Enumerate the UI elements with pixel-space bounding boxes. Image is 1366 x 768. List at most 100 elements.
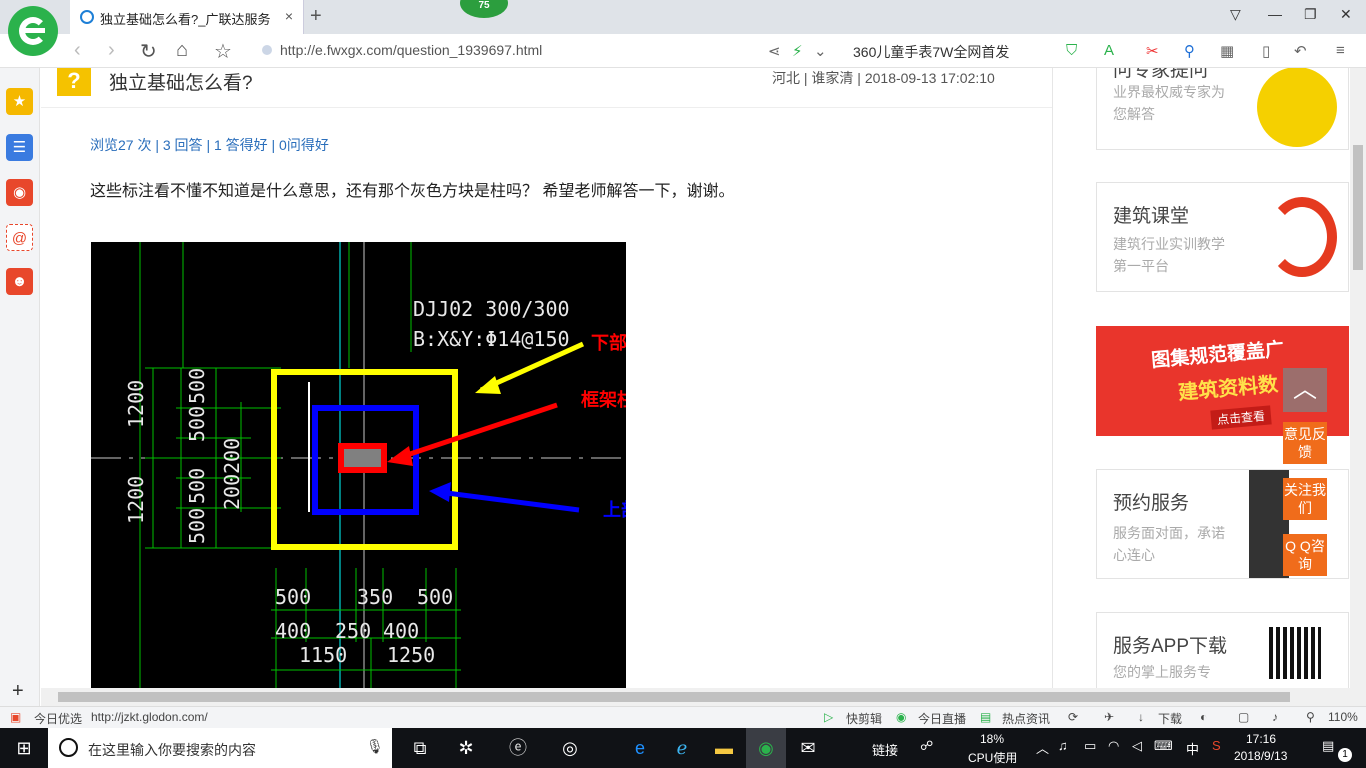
promo-link[interactable]: 360儿童手表7W全网首发 bbox=[853, 42, 1009, 62]
scissors-icon[interactable]: ✂ bbox=[1146, 42, 1159, 60]
foundation-code-label: DJJ02 300/300 bbox=[413, 297, 570, 321]
cad-drawing-image: DJJ02 300/300 B:X&Y:Φ14@150 1200 1200 50… bbox=[91, 242, 626, 688]
pinwheel-app-icon[interactable]: ✲ bbox=[446, 728, 486, 768]
horizontal-scroll-thumb[interactable] bbox=[58, 692, 1290, 702]
favorites-star-icon[interactable]: ★ bbox=[6, 88, 33, 115]
annotation-bottom-step: 下部一阶尺寸 bbox=[591, 333, 626, 354]
windows-start-icon[interactable]: ⊞ bbox=[0, 728, 48, 768]
apps-grid-icon[interactable]: ▦ bbox=[1220, 42, 1234, 60]
360-browser-active-icon[interactable]: ◉ bbox=[746, 728, 786, 768]
sidebar-add-icon[interactable]: + bbox=[12, 680, 24, 703]
mail-icon[interactable]: ✉ bbox=[788, 728, 828, 768]
column-divider bbox=[1052, 68, 1053, 688]
qq-consult-button[interactable]: Q Q咨询 bbox=[1283, 534, 1327, 576]
ime-indicator[interactable]: 中 bbox=[1186, 739, 1199, 758]
people-icon[interactable]: ☍ bbox=[920, 738, 933, 754]
tablet-icon[interactable]: ▯ bbox=[1262, 42, 1270, 60]
tab-close-icon[interactable]: × bbox=[285, 8, 293, 24]
shield-icon[interactable]: ⛉ bbox=[1066, 42, 1077, 59]
live-link[interactable]: 今日直播 bbox=[918, 710, 966, 727]
lightning-icon[interactable]: ⚡ bbox=[792, 42, 803, 60]
translate-icon[interactable]: A bbox=[1104, 42, 1114, 59]
links-label[interactable]: 链接 bbox=[872, 740, 898, 759]
clock-date[interactable]: 2018/9/13 bbox=[1234, 749, 1287, 763]
favorite-star-icon[interactable]: ☆ bbox=[214, 39, 232, 64]
ie-mode-icon[interactable]: ◐ bbox=[1200, 710, 1207, 724]
speaker-icon[interactable]: ◁ bbox=[1132, 738, 1142, 754]
battery-icon[interactable]: ▭ bbox=[1084, 738, 1096, 754]
expert-ask-card[interactable]: 问专家提问 业界最权威专家为您解答 bbox=[1096, 68, 1349, 150]
status-url: http://jzkt.glodon.com/ bbox=[91, 710, 208, 724]
weibo-icon[interactable]: ◉ bbox=[6, 179, 33, 206]
address-bar[interactable]: http://e.fwxgx.com/question_1939697.html bbox=[262, 42, 542, 58]
forward-icon[interactable]: › bbox=[108, 39, 115, 62]
microphone-icon[interactable]: 🎙 bbox=[366, 738, 384, 755]
follow-us-button[interactable]: 关注我们 bbox=[1283, 478, 1327, 520]
clock-time[interactable]: 17:16 bbox=[1246, 732, 1276, 746]
minimize-icon[interactable]: — bbox=[1268, 6, 1282, 22]
undo-icon[interactable]: ↶ bbox=[1294, 42, 1307, 60]
question-stats[interactable]: 浏览27 次 | 3 回答 | 1 答得好 | 0问得好 bbox=[90, 135, 329, 155]
browser-speed-badge[interactable]: 75 bbox=[460, 0, 508, 18]
file-explorer-icon[interactable]: ▬ bbox=[704, 728, 744, 768]
zoom-level[interactable]: 110% bbox=[1328, 710, 1358, 724]
settings-app-icon[interactable]: ◎ bbox=[550, 728, 590, 768]
tray-expand-icon[interactable]: ︿ bbox=[1036, 738, 1049, 757]
360-browser-taskbar-icon[interactable]: ⓔ bbox=[496, 728, 540, 768]
wifi-icon[interactable]: ◠ bbox=[1108, 738, 1119, 754]
close-window-icon[interactable]: ✕ bbox=[1340, 6, 1352, 23]
taskbar-search-placeholder: 在这里输入你要搜索的内容 bbox=[88, 742, 256, 758]
taskbar-search-box[interactable]: 在这里输入你要搜索的内容 🎙 bbox=[48, 728, 392, 768]
ie-icon[interactable]: ℯ bbox=[662, 728, 702, 768]
browser-logo[interactable] bbox=[8, 6, 58, 56]
app-download-desc: 您的掌上服务专 bbox=[1113, 664, 1211, 680]
clip-link[interactable]: 快剪辑 bbox=[846, 710, 882, 727]
question-meta: 河北 | 谁家清 | 2018-09-13 17:02:10 bbox=[772, 70, 995, 86]
gift-icon: ▣ bbox=[10, 710, 22, 724]
horizontal-scrollbar[interactable] bbox=[41, 688, 1366, 706]
cpu-label: CPU使用 bbox=[968, 751, 1018, 765]
refresh-icon[interactable]: ↻ bbox=[140, 39, 157, 64]
game-icon[interactable]: ☻ bbox=[6, 268, 33, 295]
zoom-search-icon[interactable]: ⚲ bbox=[1306, 710, 1315, 724]
sogou-icon[interactable]: S bbox=[1212, 738, 1221, 753]
share-icon[interactable]: ⋖ bbox=[768, 42, 781, 60]
banner-line1: 图集规范覆盖广 bbox=[1150, 339, 1285, 372]
maximize-icon[interactable]: ❐ bbox=[1304, 6, 1317, 23]
vertical-scroll-thumb[interactable] bbox=[1353, 145, 1363, 270]
search-icon[interactable]: ⚲ bbox=[1184, 42, 1195, 60]
banner-view-button[interactable]: 点击查看 bbox=[1210, 405, 1272, 430]
question-title: 独立基础怎么看? bbox=[109, 73, 253, 94]
volume-icon[interactable]: ♪ bbox=[1272, 710, 1278, 724]
download-icon[interactable]: ↓ bbox=[1138, 710, 1144, 724]
keyboard-icon[interactable]: ⌨ bbox=[1154, 738, 1173, 754]
news-link[interactable]: 热点资讯 bbox=[1002, 710, 1050, 727]
today-picks-link[interactable]: 今日优选 bbox=[34, 710, 82, 727]
app-download-card[interactable]: 服务APP下载 您的掌上服务专 bbox=[1096, 612, 1349, 688]
dim-left-8: 200 bbox=[220, 474, 244, 510]
action-center-icon[interactable]: ▤ bbox=[1322, 738, 1334, 754]
annotation-top-step: 上部一阶尺寸 bbox=[603, 500, 626, 521]
back-icon[interactable]: ‹ bbox=[74, 39, 81, 62]
building-class-card[interactable]: 建筑课堂 建筑行业实训教学第一平台 bbox=[1096, 182, 1349, 292]
sync-icon[interactable]: ⟳ bbox=[1068, 710, 1078, 724]
home-icon[interactable]: ⌂ bbox=[176, 39, 188, 62]
edge-icon[interactable]: e bbox=[620, 728, 660, 768]
vertical-scrollbar[interactable] bbox=[1350, 68, 1366, 688]
email-icon[interactable]: @ bbox=[6, 224, 33, 251]
notification-bell-icon[interactable]: ♫ bbox=[1058, 738, 1068, 753]
frame-column bbox=[338, 443, 387, 473]
download-link[interactable]: 下载 bbox=[1158, 710, 1182, 727]
feedback-button[interactable]: 意见反馈 bbox=[1283, 422, 1327, 464]
dim-bottom-7: 1150 bbox=[299, 643, 347, 667]
window-icon[interactable]: ▢ bbox=[1238, 710, 1249, 724]
back-to-top-icon[interactable]: ︿ bbox=[1283, 368, 1327, 412]
skin-icon[interactable]: ▽ bbox=[1230, 6, 1241, 23]
reading-list-icon[interactable]: ☰ bbox=[6, 134, 33, 161]
task-view-icon[interactable]: ⧉ bbox=[400, 728, 440, 768]
browser-tab[interactable]: 独立基础怎么看?_广联达服务新 × bbox=[70, 0, 304, 34]
dropdown-chevron-icon[interactable]: ⌄ bbox=[814, 42, 827, 60]
new-tab-button[interactable]: + bbox=[310, 5, 322, 28]
pin-icon[interactable]: ✈ bbox=[1104, 710, 1114, 724]
menu-icon[interactable]: ≡ bbox=[1336, 42, 1345, 59]
